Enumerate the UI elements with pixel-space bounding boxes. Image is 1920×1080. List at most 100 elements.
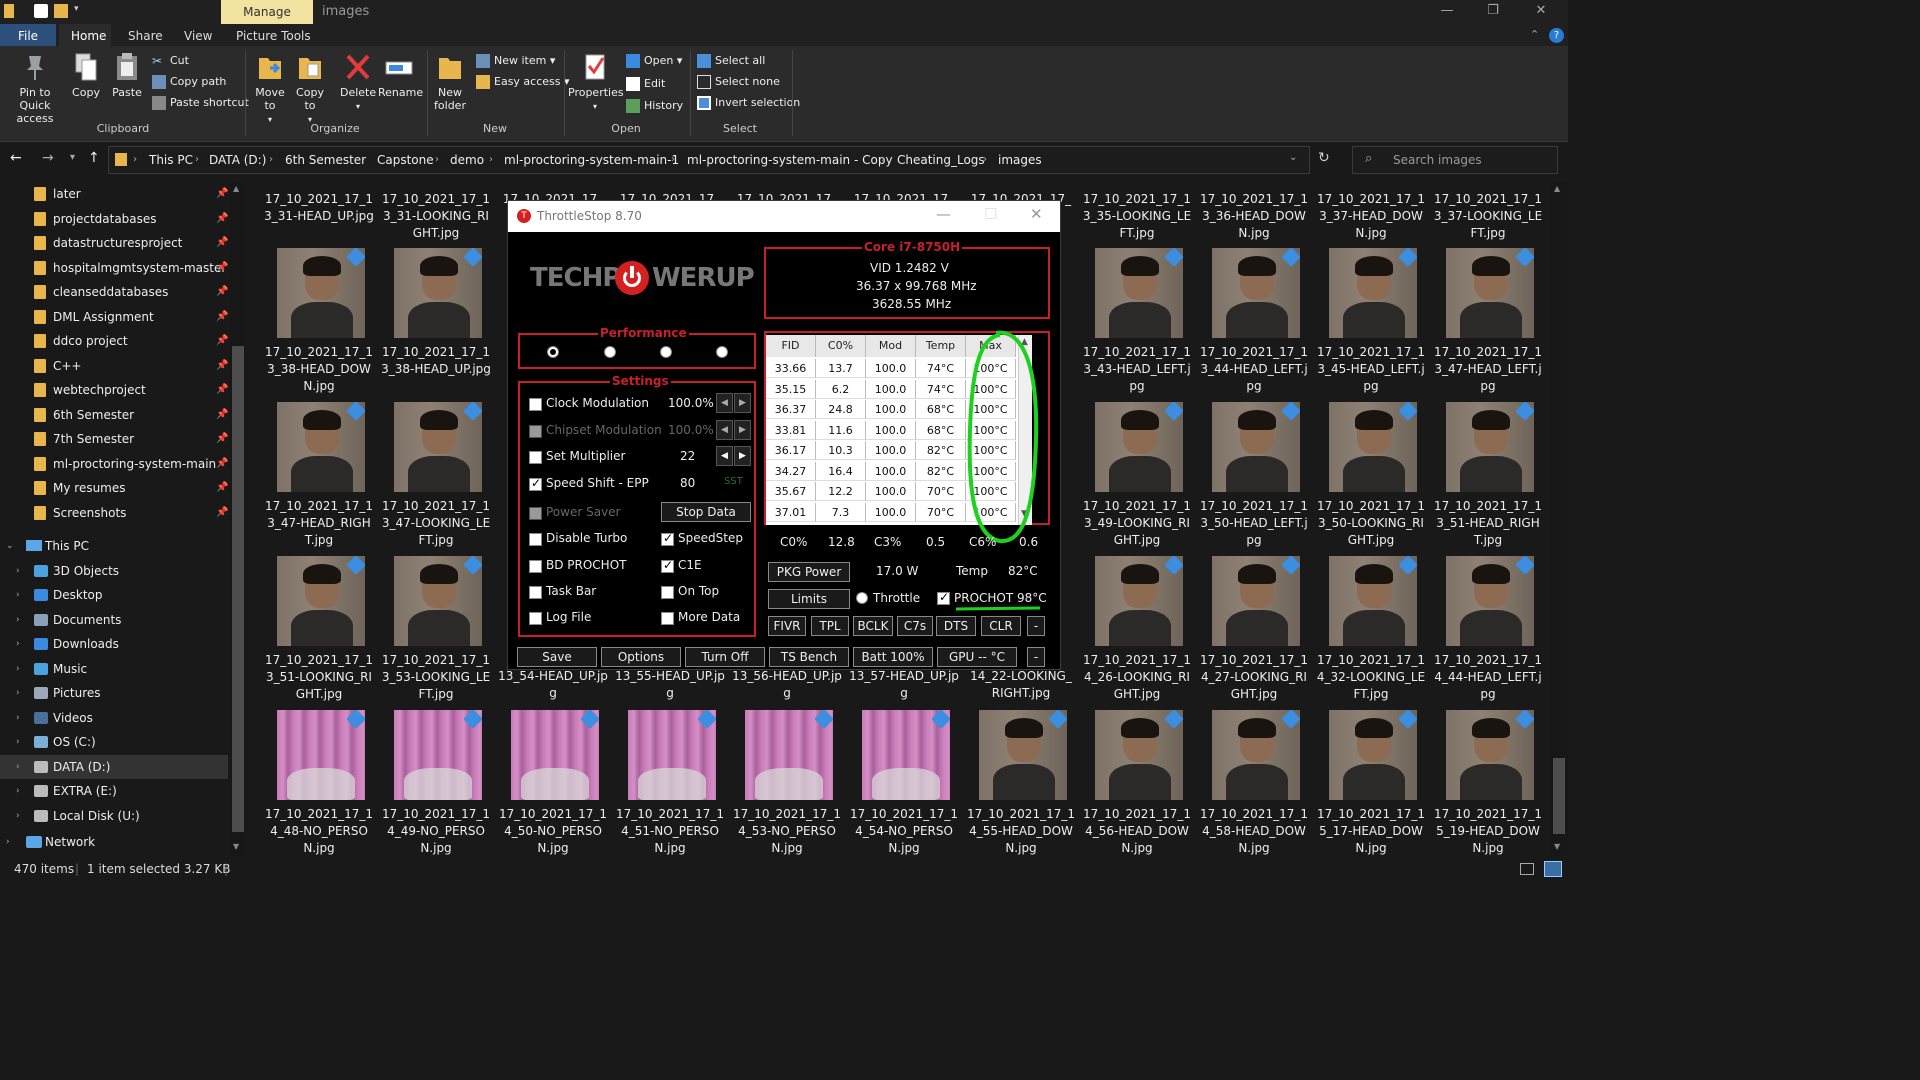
profile-radio-1[interactable] (547, 346, 559, 358)
pin-icon[interactable]: 📌 (216, 280, 228, 304)
quick-access-item[interactable]: datastructuresproject 📌 (0, 231, 228, 255)
ts-bottom-button[interactable]: Turn Off (685, 647, 765, 667)
profile-radio-4[interactable] (716, 346, 728, 358)
scroll-up-icon[interactable]: ▲ (233, 184, 239, 193)
file-item[interactable]: 17_10_2021_17_14_53-NO_PERSON.jpg (732, 710, 842, 856)
breadcrumb-6th-semester[interactable]: 6th Semester (285, 147, 366, 173)
edit-button[interactable]: Edit (626, 74, 665, 94)
nav-pc-item[interactable]: › DATA (D:) (0, 754, 228, 779)
profile-radio-2[interactable] (604, 346, 616, 358)
quick-access-item[interactable]: hospitalmgmtsystem-master 📌 (0, 256, 228, 280)
quick-access-item[interactable]: ml-proctoring-system-main - Co 📌 (0, 452, 228, 476)
paste-shortcut-button[interactable]: Paste shortcut (152, 93, 249, 113)
new-folder-button[interactable]: New folder (432, 52, 468, 112)
log-file-checkbox[interactable] (529, 612, 542, 625)
chevron-right-icon[interactable]: › (16, 730, 20, 754)
file-item[interactable]: 17_10_2021_17_14_50-NO_PERSON.jpg (498, 710, 608, 856)
pin-icon[interactable]: 📌 (216, 231, 228, 255)
on-top-checkbox[interactable] (661, 586, 674, 599)
file-item[interactable]: 17_10_2021_17_13_38-HEAD_DOWN.jpg (264, 248, 374, 408)
breadcrumb-data-d[interactable]: DATA (D:) (209, 147, 266, 173)
nav-this-pc[interactable]: ⌄ This PC (0, 534, 228, 558)
speedstep-checkbox[interactable] (661, 531, 674, 546)
chevron-right-icon[interactable]: › (16, 804, 20, 828)
customize-quick-access-icon[interactable]: ▾ (74, 4, 88, 18)
clock-modulation-checkbox[interactable] (529, 398, 542, 411)
search-input[interactable]: ⌕ Search images (1352, 146, 1558, 174)
chipset-mod-increase[interactable]: ▶ (734, 420, 751, 440)
ts-small-button[interactable]: - (1027, 616, 1045, 636)
file-item[interactable]: 17_10_2021_17_13_47-LOOKING_LEFT.jpg (381, 402, 491, 562)
file-item[interactable]: 17_10_2021_17_14_27-LOOKING_RIGHT.jpg (1199, 556, 1309, 716)
open-button[interactable]: Open ▾ (626, 51, 682, 71)
refresh-icon[interactable]: ↻ (1318, 150, 1330, 166)
file-item[interactable]: 17_10_2021_17_14_51-NO_PERSON.jpg (615, 710, 725, 856)
chevron-right-icon[interactable]: › (16, 632, 20, 656)
clock-mod-decrease[interactable]: ◀ (716, 393, 733, 413)
ts-bottom-button[interactable]: Batt 100% (853, 647, 933, 667)
ts-bottom-button[interactable]: TS Bench (769, 647, 849, 667)
chevron-right-icon[interactable]: › (16, 706, 20, 730)
quick-access-item[interactable]: cleanseddatabases 📌 (0, 280, 228, 304)
rename-button[interactable]: Rename (378, 52, 423, 99)
collapse-ribbon-icon[interactable]: ⌃ (1530, 28, 1539, 41)
file-item[interactable]: 17_10_2021_17_14_49-NO_PERSON.jpg (381, 710, 491, 856)
back-arrow-icon[interactable]: ← (10, 150, 22, 166)
pin-quick-access-button[interactable]: Pin to Quick access (4, 52, 66, 125)
sst-link[interactable]: SST (724, 476, 743, 487)
recent-locations-icon[interactable]: ▾ (70, 152, 75, 163)
quick-access-item[interactable]: ddco project 📌 (0, 329, 228, 353)
quick-access-item[interactable]: Screenshots 📌 (0, 501, 228, 525)
chevron-right-icon[interactable]: › (6, 830, 10, 854)
profile-radio-3[interactable] (660, 346, 672, 358)
invert-selection-button[interactable]: Invert selection (697, 93, 800, 113)
ts-small-button[interactable]: TPL (811, 616, 849, 636)
quick-access-item[interactable]: 6th Semester 📌 (0, 403, 228, 427)
chevron-right-icon[interactable]: › (16, 559, 20, 583)
new-folder-quick-icon[interactable] (54, 4, 68, 18)
power-saver-checkbox[interactable] (529, 507, 542, 520)
breadcrumb-this-pc[interactable]: This PC (149, 147, 193, 173)
file-item[interactable]: 17_10_2021_17_13_38-HEAD_UP.jpg (381, 248, 491, 408)
quick-access-item[interactable]: 7th Semester 📌 (0, 427, 228, 451)
cut-button[interactable]: ✂ Cut (152, 51, 189, 71)
nav-scrollbar-thumb[interactable] (232, 346, 244, 832)
forward-arrow-icon[interactable]: → (42, 150, 54, 166)
content-scrollbar[interactable]: ▲ ▼ (1550, 182, 1568, 856)
quick-access-item[interactable]: later 📌 (0, 182, 228, 206)
content-scrollbar-thumb[interactable] (1553, 758, 1565, 834)
c1e-checkbox[interactable] (661, 558, 674, 573)
file-item[interactable]: 17_10_2021_17_13_43-HEAD_LEFT.jpg (1082, 248, 1192, 408)
file-item[interactable]: 17_10_2021_17_15_17-HEAD_DOWN.jpg (1316, 710, 1426, 856)
scroll-down-icon[interactable]: ▼ (233, 842, 239, 851)
ts-bottom-button[interactable]: Save (517, 647, 597, 667)
pin-icon[interactable]: 📌 (216, 207, 228, 231)
file-item[interactable]: 17_10_2021_17_14_58-HEAD_DOWN.jpg (1199, 710, 1309, 856)
ts-small-button[interactable]: C7s (897, 616, 933, 636)
pin-icon[interactable]: 📌 (216, 501, 228, 525)
file-item[interactable]: 17_10_2021_17_13_47-HEAD_LEFT.jpg (1433, 248, 1543, 408)
breadcrumb-capstone[interactable]: Capstone (377, 147, 434, 173)
breadcrumb-cheating-logs[interactable]: Cheating_Logs (897, 147, 985, 173)
file-item[interactable]: 17_10_2021_17_13_51-LOOKING_RIGHT.jpg (264, 556, 374, 716)
quick-access-item[interactable]: DML Assignment 📌 (0, 305, 228, 329)
more-data-checkbox[interactable] (661, 612, 674, 625)
nav-pc-item[interactable]: › OS (C:) (0, 730, 228, 754)
file-item[interactable]: 17_10_2021_17_14_56-HEAD_DOWN.jpg (1082, 710, 1192, 856)
pin-icon[interactable]: 📌 (216, 305, 228, 329)
ts-maximize-button[interactable]: ☐ (984, 205, 997, 223)
file-item[interactable]: 17_10_2021_17_13_47-HEAD_RIGHT.jpg (264, 402, 374, 562)
maximize-button[interactable]: ❐ (1470, 0, 1516, 24)
file-item[interactable]: 17_10_2021_17_15_19-HEAD_DOWN.jpg (1433, 710, 1543, 856)
breadcrumb-images[interactable]: images (998, 147, 1042, 173)
properties-button[interactable]: Properties ▾ (568, 52, 624, 113)
pin-icon[interactable]: 📌 (216, 182, 228, 206)
file-item[interactable]: 17_10_2021_17_13_50-HEAD_LEFT.jpg (1199, 402, 1309, 562)
quick-access-item[interactable]: C++ 📌 (0, 354, 228, 378)
chipset-mod-decrease[interactable]: ◀ (716, 420, 733, 440)
chevron-right-icon[interactable]: › (16, 779, 20, 803)
file-item[interactable]: 17_10_2021_17_13_45-HEAD_LEFT.jpg (1316, 248, 1426, 408)
task-bar-checkbox[interactable] (529, 586, 542, 599)
file-item[interactable]: 17_10_2021_17_13_44-HEAD_LEFT.jpg (1199, 248, 1309, 408)
file-item[interactable]: 17_10_2021_17_14_54-NO_PERSON.jpg (849, 710, 959, 856)
